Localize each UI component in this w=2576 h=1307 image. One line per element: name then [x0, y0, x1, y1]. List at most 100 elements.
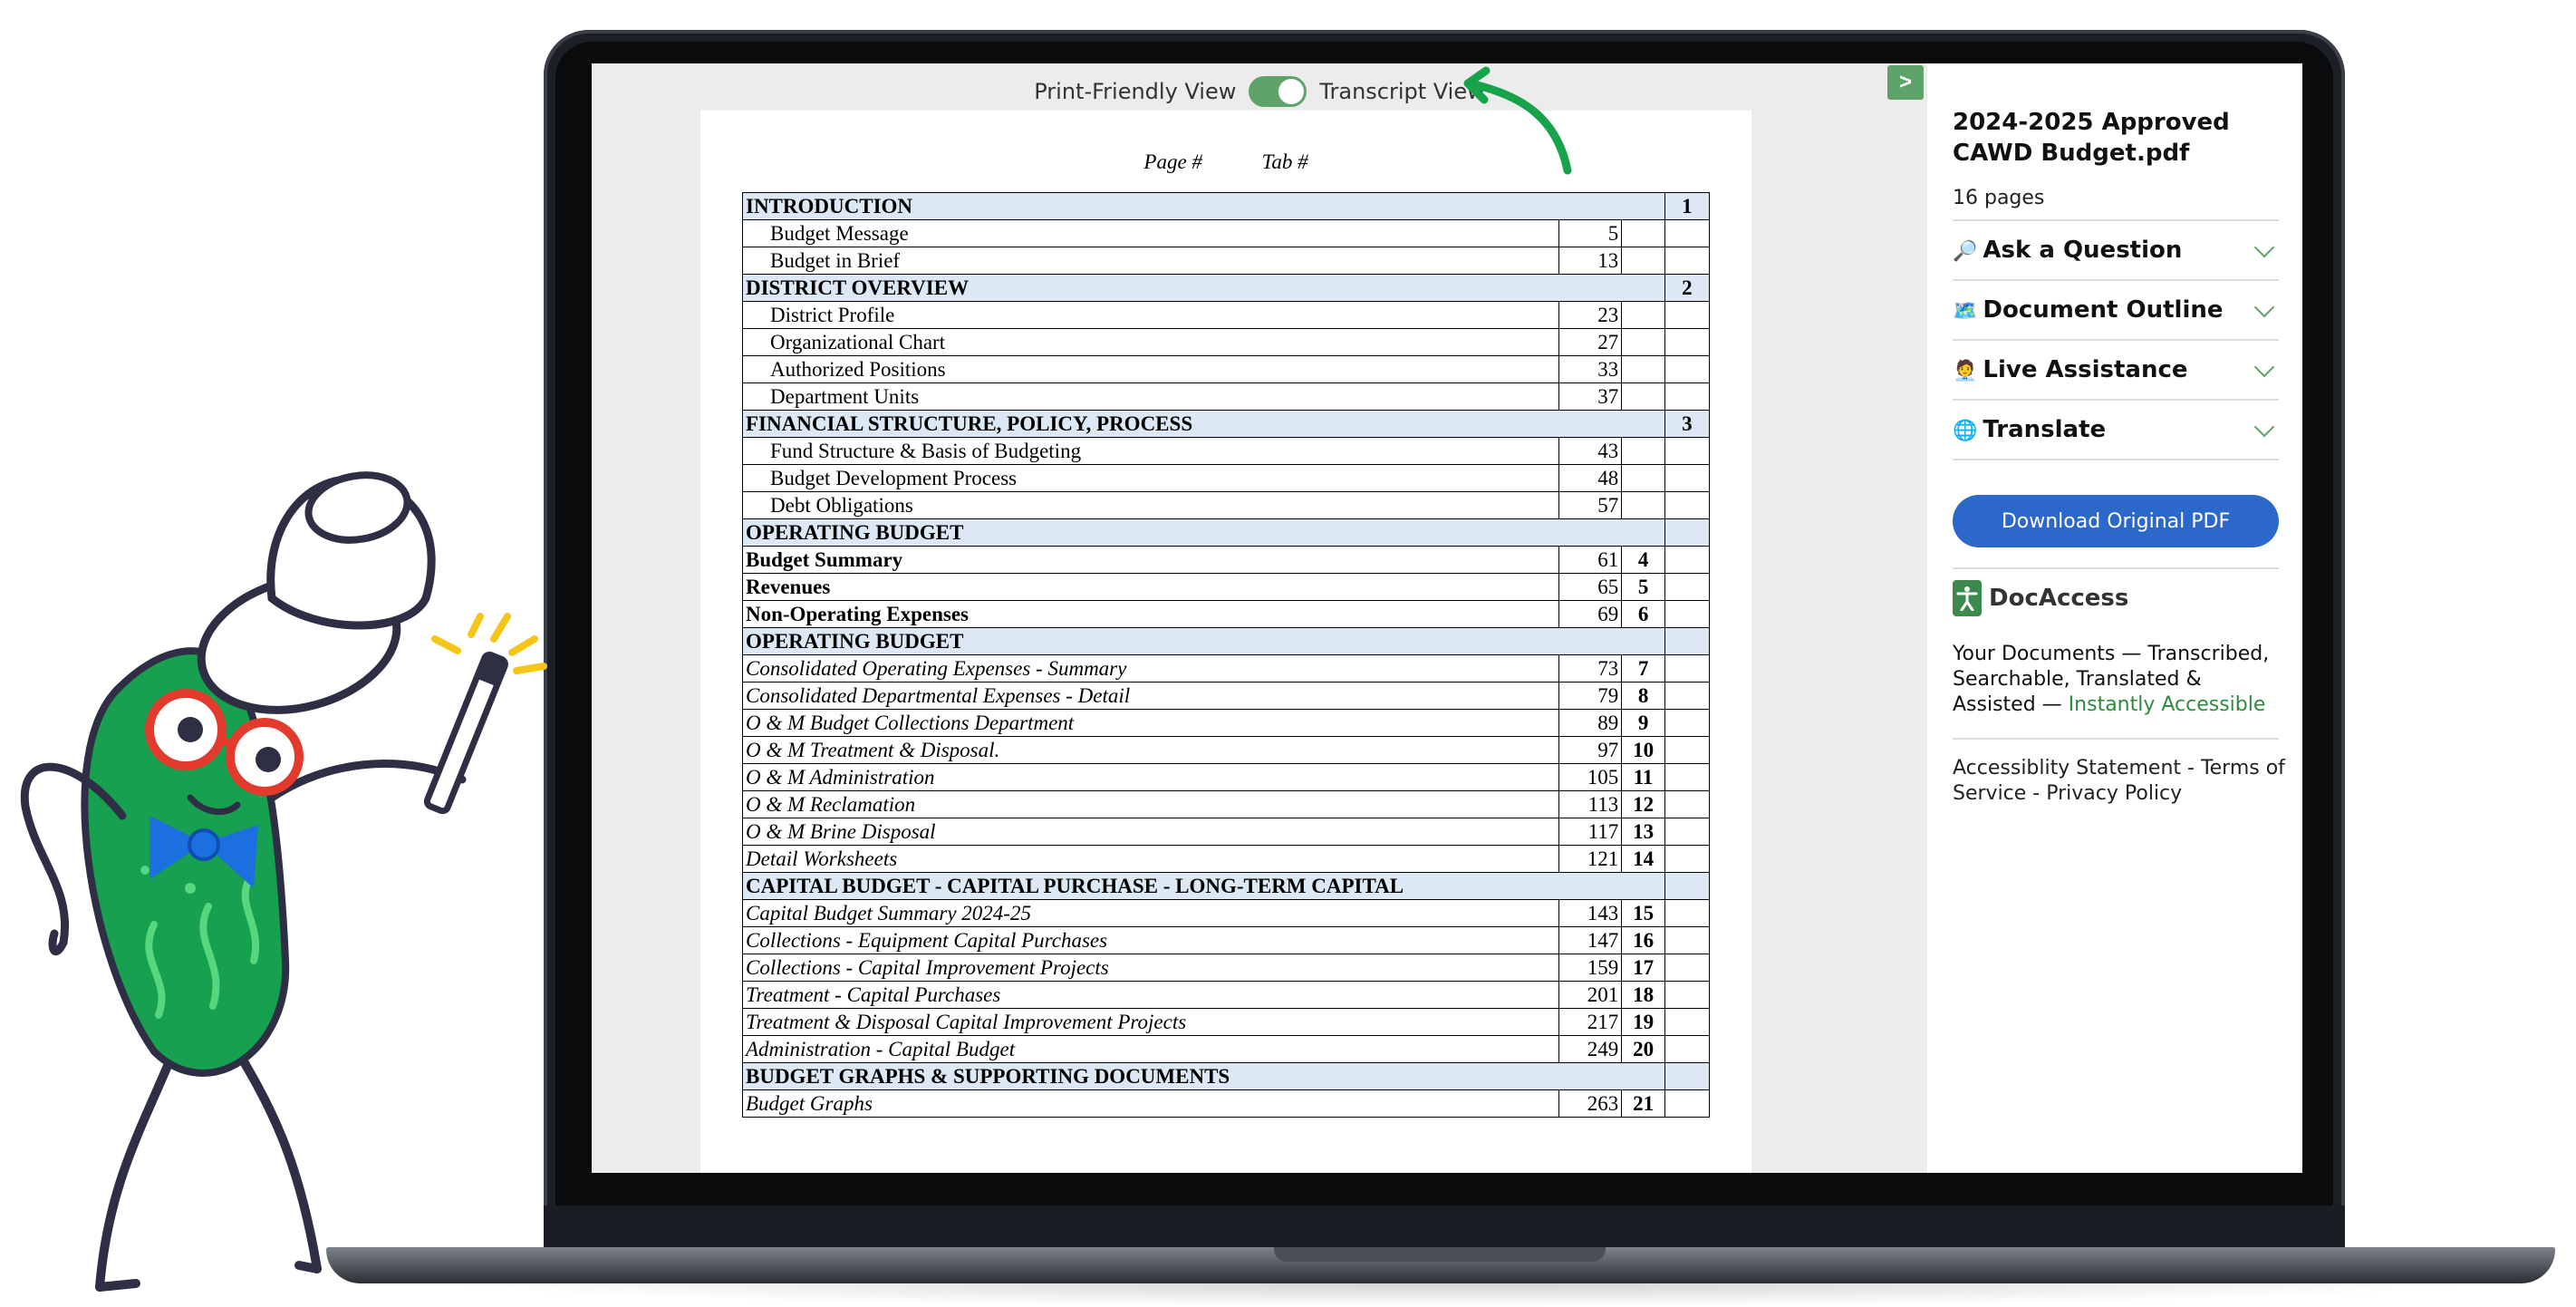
toc-section-row: OPERATING BUDGET	[742, 518, 1711, 547]
toc-tab-number: 21	[1621, 1089, 1665, 1118]
document-page: Page # Tab # INTRODUCTION 1 Budget Message…	[700, 111, 1751, 1173]
toc-tab-number: 17	[1621, 954, 1665, 982]
toc-entry-title: Capital Budget Summary 2024-25	[741, 899, 1560, 927]
toc-tab-number: 6	[1621, 600, 1665, 628]
view-toggle-switch[interactable]	[1249, 76, 1307, 107]
toc-blank-cell	[1664, 301, 1711, 329]
download-original-pdf-button[interactable]: Download Original PDF	[1953, 495, 2279, 547]
toc-section-row: DISTRICT OVERVIEW 2	[742, 274, 1711, 302]
toc-entry-title: Administration - Capital Budget	[741, 1035, 1560, 1063]
toc-entry-title: Budget Development Process	[741, 464, 1560, 492]
toc-page-number: 97	[1558, 736, 1623, 764]
toc-blank-cell	[1664, 355, 1711, 383]
toc-blank-cell	[1664, 247, 1711, 275]
docaccess-brand[interactable]: DocAccess	[1953, 580, 2128, 616]
accordion-translate[interactable]: 🌐 Translate	[1953, 399, 2279, 460]
toc-blank-cell	[1664, 845, 1711, 873]
collapse-panel-button[interactable]: >	[1887, 65, 1924, 100]
toc-entry-row: Consolidated Departmental Expenses - Det…	[741, 682, 1711, 710]
accordion-document-outline[interactable]: 🗺️ Document Outline	[1953, 279, 2279, 339]
toc-entry-row: District Profile 23	[741, 301, 1711, 329]
toc-section-row: CAPITAL BUDGET - CAPITAL PURCHASE - LONG…	[742, 872, 1711, 900]
toc-page-number: 48	[1558, 464, 1623, 492]
toc-blank-cell	[1664, 682, 1711, 710]
toc-page-number: 13	[1558, 247, 1623, 275]
toc-tab-number: 10	[1621, 736, 1665, 764]
toc-tab-number	[1664, 1062, 1711, 1090]
toc-entry-row: Collections - Capital Improvement Projec…	[741, 954, 1711, 982]
toc-tab-number	[1621, 247, 1665, 275]
toc-entry-title: Budget in Brief	[741, 247, 1560, 275]
toc-entry-row: Administration - Capital Budget 249 20	[741, 1035, 1711, 1063]
toc-entry-title: Consolidated Operating Expenses - Summar…	[741, 654, 1560, 683]
toc-blank-cell	[1664, 382, 1711, 411]
toc-entry-title: District Profile	[741, 301, 1560, 329]
toc-page-number: 69	[1558, 600, 1623, 628]
toc-entry-row: Collections - Equipment Capital Purchase…	[741, 926, 1711, 954]
toc-tab-number: 4	[1621, 546, 1665, 574]
toc-entry-row: Detail Worksheets 121 14	[741, 845, 1711, 873]
toc-blank-cell	[1664, 736, 1711, 764]
toc-blank-cell	[1664, 1008, 1711, 1036]
toc-page-number: 105	[1558, 763, 1623, 791]
toc-tab-number: 9	[1621, 709, 1665, 737]
toc-section-row: FINANCIAL STRUCTURE, POLICY, PROCESS 3	[742, 410, 1711, 438]
toc-page-number: 37	[1558, 382, 1623, 411]
tagline: Your Documents — Transcribed, Searchable…	[1953, 642, 2288, 718]
toc-page-number: 217	[1558, 1008, 1623, 1036]
toc-tab-number: 3	[1664, 410, 1711, 438]
toc-blank-cell	[1664, 899, 1711, 927]
toc-entry-row: Capital Budget Summary 2024-25 143 15	[741, 899, 1711, 927]
accordion-live-assistance[interactable]: 🧑‍💼 Live Assistance	[1953, 339, 2279, 399]
toc-section-row: BUDGET GRAPHS & SUPPORTING DOCUMENTS	[742, 1062, 1711, 1090]
laptop-notch	[1274, 1247, 1606, 1262]
toc-entry-row: O & M Administration 105 11	[741, 763, 1711, 791]
toc-tab-number	[1621, 355, 1665, 383]
footer-links[interactable]: Accessiblity Statement - Terms of Servic…	[1953, 756, 2288, 807]
toc-entry-row: O & M Reclamation 113 12	[741, 790, 1711, 818]
toc-entry-title: O & M Reclamation	[741, 790, 1560, 818]
toc-tab-number	[1621, 301, 1665, 329]
toc-entry-title: Treatment - Capital Purchases	[741, 981, 1560, 1009]
toc-entry-row: O & M Budget Collections Department 89 9	[741, 709, 1711, 737]
print-friendly-view-label[interactable]: Print-Friendly View	[1034, 79, 1236, 104]
toc-section-title: OPERATING BUDGET	[742, 627, 1665, 655]
toc-entry-row: Department Units 37	[741, 382, 1711, 411]
toc-tab-number	[1621, 219, 1665, 247]
toc-entry-row: Organizational Chart 27	[741, 328, 1711, 356]
toc-blank-cell	[1664, 600, 1711, 628]
toc-entry-title: Budget Message	[741, 219, 1560, 247]
toc-page-number: 61	[1558, 546, 1623, 574]
toc-entry-title: Authorized Positions	[741, 355, 1560, 383]
toc-entry-title: Budget Summary	[741, 546, 1560, 574]
assistant-icon: 🧑‍💼	[1953, 360, 1978, 382]
toc-entry-row: Revenues 65 5	[741, 573, 1711, 601]
toc-tab-number	[1621, 437, 1665, 465]
curved-arrow-icon	[1463, 66, 1572, 175]
toc-entry-row: Budget Graphs 263 21	[741, 1089, 1711, 1118]
toc-section-title: INTRODUCTION	[742, 192, 1665, 220]
toc-tab-number: 13	[1621, 818, 1665, 846]
toc-page-number: 113	[1558, 790, 1623, 818]
toc-page-number: 201	[1558, 981, 1623, 1009]
accordion-ask-a-question[interactable]: 🔎 Ask a Question	[1953, 219, 2279, 279]
chevron-down-icon	[2253, 416, 2275, 438]
toc-tab-number	[1621, 464, 1665, 492]
toc-tab-number	[1621, 382, 1665, 411]
toc-tab-number	[1621, 491, 1665, 519]
toc-page-number: 79	[1558, 682, 1623, 710]
toc-tab-number: 5	[1621, 573, 1665, 601]
toc-page-number: 249	[1558, 1035, 1623, 1063]
document-viewer: Print-Friendly View Transcript View > Pa…	[592, 63, 1927, 1173]
toc-tab-number	[1664, 518, 1711, 547]
toc-entry-title: O & M Treatment & Disposal.	[741, 736, 1560, 764]
toc-tab-number	[1664, 627, 1711, 655]
chevron-down-icon	[2253, 356, 2275, 378]
toc-entry-row: Fund Structure & Basis of Budgeting 43	[741, 437, 1711, 465]
toc-entry-row: Budget Development Process 48	[741, 464, 1711, 492]
toc-tab-number	[1664, 872, 1711, 900]
document-title: 2024-2025 Approved CAWD Budget.pdf	[1953, 109, 2230, 167]
toc-entry-row: Authorized Positions 33	[741, 355, 1711, 383]
page-count: 16 pages	[1953, 187, 2045, 209]
toc-tab-number	[1621, 328, 1665, 356]
